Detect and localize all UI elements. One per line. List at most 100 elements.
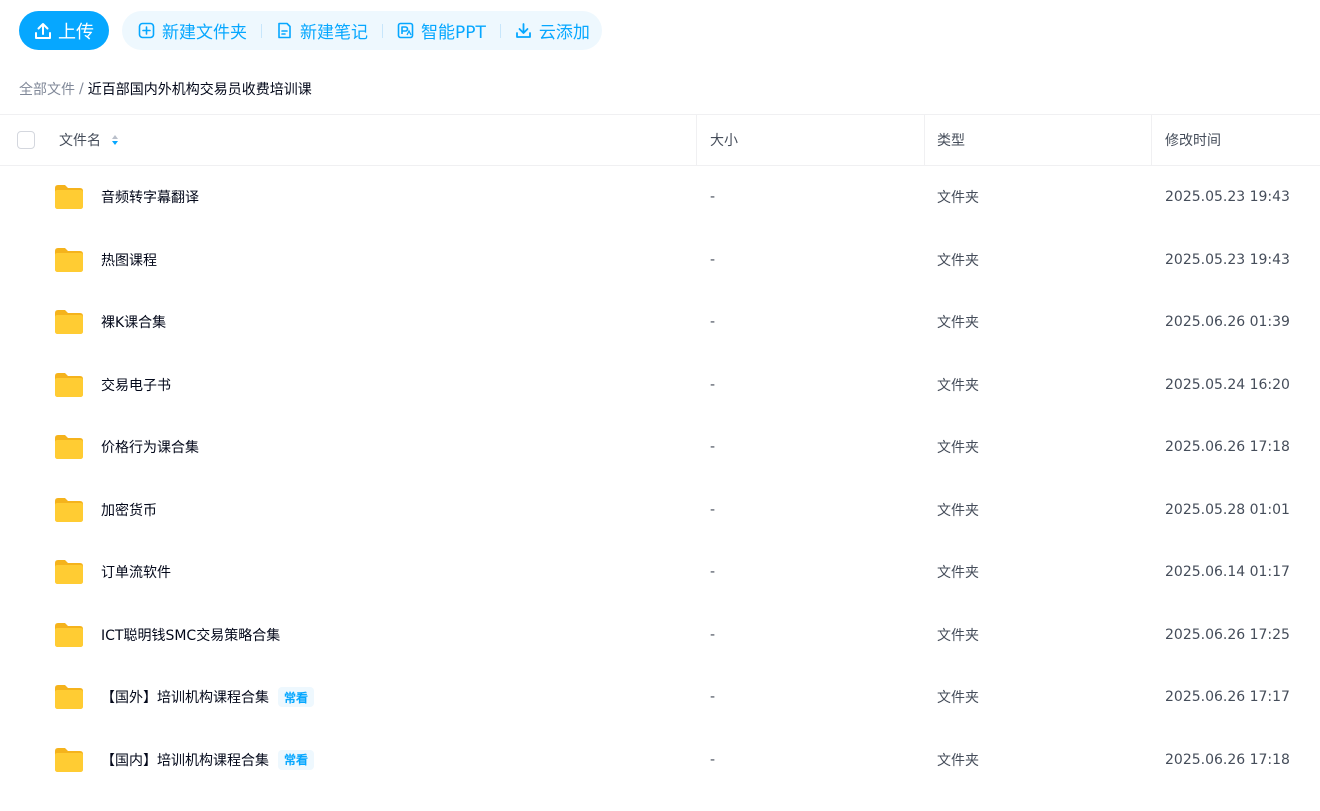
toolbar: 上传 新建文件夹 新建笔记 智能PPT 云添加 xyxy=(19,11,602,50)
table-row[interactable]: 裸K课合集 - 文件夹 2025.06.26 01:39 xyxy=(0,291,1320,354)
column-header-type[interactable]: 类型 xyxy=(937,115,965,165)
breadcrumb-separator: / xyxy=(79,81,84,97)
folder-icon xyxy=(54,559,84,585)
upload-button[interactable]: 上传 xyxy=(19,11,109,50)
cloud-add-button[interactable]: 云添加 xyxy=(513,18,592,43)
file-modified-time: 2025.05.28 01:01 xyxy=(1165,501,1290,518)
file-name[interactable]: ICT聪明钱SMC交易策略合集 xyxy=(101,625,280,645)
note-icon xyxy=(278,22,291,39)
column-header-size[interactable]: 大小 xyxy=(710,115,738,165)
folder-icon xyxy=(54,497,84,523)
column-divider xyxy=(1151,115,1152,165)
divider xyxy=(382,23,383,38)
file-name[interactable]: 价格行为课合集 xyxy=(101,437,199,457)
file-name-cell[interactable]: 订单流软件 xyxy=(101,541,171,604)
column-header-name[interactable]: 文件名 xyxy=(59,115,119,165)
column-modified-label: 修改时间 xyxy=(1165,133,1221,149)
file-name-cell[interactable]: ICT聪明钱SMC交易策略合集 xyxy=(101,604,280,667)
file-type: 文件夹 xyxy=(937,440,979,457)
action-group: 新建文件夹 新建笔记 智能PPT 云添加 xyxy=(122,11,602,50)
file-size: - xyxy=(710,751,716,768)
file-modified-time: 2025.06.26 17:17 xyxy=(1165,689,1290,706)
file-name[interactable]: 音频转字幕翻译 xyxy=(101,187,199,207)
file-type: 文件夹 xyxy=(937,627,979,644)
file-modified-time: 2025.06.26 01:39 xyxy=(1165,314,1290,331)
upload-label: 上传 xyxy=(58,21,94,43)
breadcrumb: 全部文件 / 近百部国内外机构交易员收费培训课 xyxy=(19,79,312,99)
column-size-label: 大小 xyxy=(710,133,738,149)
file-modified-time: 2025.06.26 17:18 xyxy=(1165,439,1290,456)
folder-icon xyxy=(54,622,84,648)
divider xyxy=(499,23,501,38)
column-divider xyxy=(696,115,697,165)
file-modified-time: 2025.06.26 17:18 xyxy=(1165,751,1290,768)
file-name-cell[interactable]: 热图课程 xyxy=(101,229,157,292)
file-name-cell[interactable]: 【国内】培训机构课程合集 常看 xyxy=(101,729,315,792)
file-name-cell[interactable]: 交易电子书 xyxy=(101,354,171,417)
new-folder-label: 新建文件夹 xyxy=(162,23,247,43)
file-name[interactable]: 热图课程 xyxy=(101,250,157,270)
file-name-cell[interactable]: 价格行为课合集 xyxy=(101,416,199,479)
file-type: 文件夹 xyxy=(937,252,979,269)
table-header: 文件名 大小 类型 修改时间 xyxy=(0,114,1320,166)
file-type: 文件夹 xyxy=(937,502,979,519)
table-row[interactable]: 热图课程 - 文件夹 2025.05.23 19:43 xyxy=(0,229,1320,292)
file-size: - xyxy=(710,626,716,643)
file-size: - xyxy=(710,314,716,331)
cloud-add-label: 云添加 xyxy=(538,23,590,43)
file-name[interactable]: 交易电子书 xyxy=(101,375,171,395)
table-row[interactable]: 交易电子书 - 文件夹 2025.05.24 16:20 xyxy=(0,354,1320,417)
breadcrumb-root[interactable]: 全部文件 xyxy=(19,79,75,99)
column-name-label: 文件名 xyxy=(59,133,101,149)
table-row[interactable]: 【国内】培训机构课程合集 常看 - 文件夹 2025.06.26 17:18 xyxy=(0,729,1320,792)
folder-icon xyxy=(54,372,84,398)
frequent-badge: 常看 xyxy=(278,687,315,708)
file-name[interactable]: 裸K课合集 xyxy=(101,312,166,332)
column-type-label: 类型 xyxy=(937,133,965,149)
file-name-cell[interactable]: 加密货币 xyxy=(101,479,157,542)
file-size: - xyxy=(710,251,716,268)
file-name-cell[interactable]: 音频转字幕翻译 xyxy=(101,166,199,229)
folder-icon xyxy=(54,434,84,460)
file-name[interactable]: 【国外】培训机构课程合集 xyxy=(101,687,269,707)
file-name[interactable]: 加密货币 xyxy=(101,500,157,520)
file-modified-time: 2025.05.23 19:43 xyxy=(1165,189,1290,206)
file-type: 文件夹 xyxy=(937,752,979,769)
file-name[interactable]: 订单流软件 xyxy=(101,562,171,582)
file-type: 文件夹 xyxy=(937,565,979,582)
sort-icon[interactable] xyxy=(111,134,119,146)
cloud-add-icon xyxy=(515,23,531,38)
table-row[interactable]: 价格行为课合集 - 文件夹 2025.06.26 17:18 xyxy=(0,416,1320,479)
new-folder-button[interactable]: 新建文件夹 xyxy=(136,18,249,43)
ppt-icon xyxy=(397,22,414,39)
file-name[interactable]: 【国内】培训机构课程合集 xyxy=(101,750,269,770)
column-header-modified[interactable]: 修改时间 xyxy=(1165,115,1221,165)
file-size: - xyxy=(710,501,716,518)
frequent-badge: 常看 xyxy=(278,749,315,770)
new-note-button[interactable]: 新建笔记 xyxy=(274,18,370,43)
file-name-cell[interactable]: 裸K课合集 xyxy=(101,291,166,354)
file-name-cell[interactable]: 【国外】培训机构课程合集 常看 xyxy=(101,666,315,729)
table-row[interactable]: 订单流软件 - 文件夹 2025.06.14 01:17 xyxy=(0,541,1320,604)
table-row[interactable]: ICT聪明钱SMC交易策略合集 - 文件夹 2025.06.26 17:25 xyxy=(0,604,1320,667)
smart-ppt-button[interactable]: 智能PPT xyxy=(395,18,488,43)
table-row[interactable]: 音频转字幕翻译 - 文件夹 2025.05.23 19:43 xyxy=(0,166,1320,229)
file-list: 音频转字幕翻译 - 文件夹 2025.05.23 19:43 热图课程 - 文件夹 2025.… xyxy=(0,166,1320,791)
file-size: - xyxy=(710,439,716,456)
select-all-checkbox[interactable] xyxy=(17,131,35,149)
new-folder-icon xyxy=(138,22,155,39)
file-size: - xyxy=(710,376,716,393)
file-type: 文件夹 xyxy=(937,315,979,332)
table-row[interactable]: 【国外】培训机构课程合集 常看 - 文件夹 2025.06.26 17:17 xyxy=(0,666,1320,729)
table-row[interactable]: 加密货币 - 文件夹 2025.05.28 01:01 xyxy=(0,479,1320,542)
file-modified-time: 2025.05.23 19:43 xyxy=(1165,251,1290,268)
folder-icon xyxy=(54,747,84,773)
upload-icon xyxy=(35,22,51,39)
breadcrumb-current: 近百部国内外机构交易员收费培训课 xyxy=(87,82,312,98)
file-type: 文件夹 xyxy=(937,190,979,207)
folder-icon xyxy=(54,184,84,210)
column-divider xyxy=(924,115,925,165)
folder-icon xyxy=(54,309,84,335)
divider xyxy=(261,23,262,38)
file-size: - xyxy=(710,189,716,206)
